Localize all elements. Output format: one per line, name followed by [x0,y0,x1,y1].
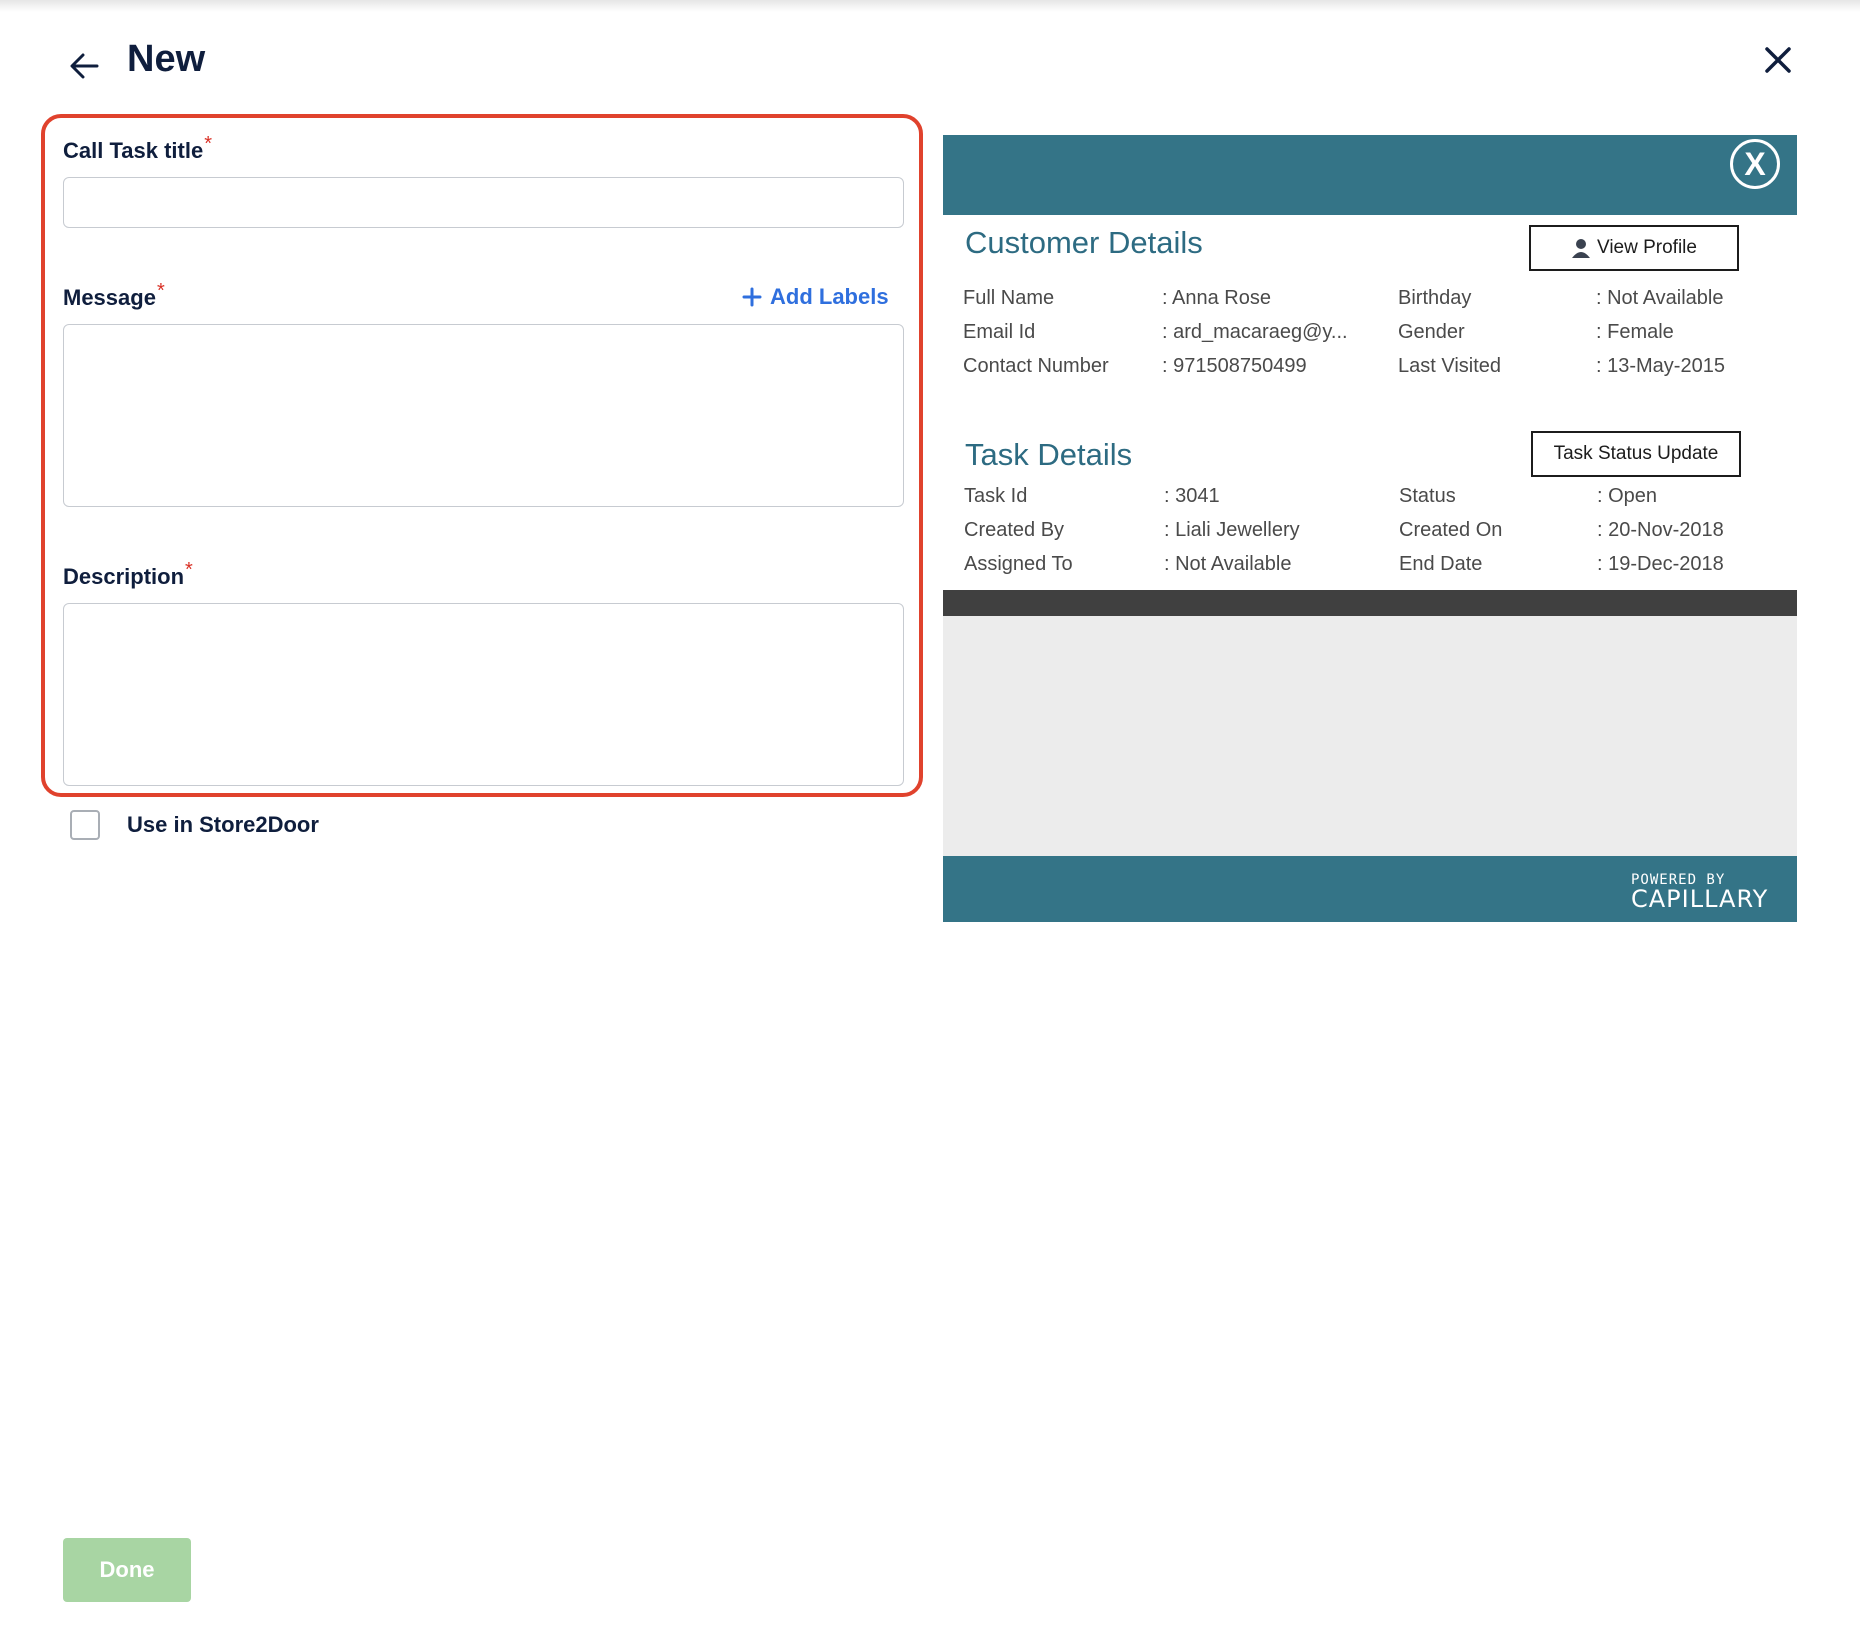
call-task-title-label: Call Task title* [63,133,212,164]
description-label-text: Description [63,564,185,589]
customer-value: : 13-May-2015 [1596,355,1725,377]
task-value: : Liali Jewellery [1164,519,1300,541]
required-mark: * [204,133,212,155]
customer-key: Gender [1398,321,1465,343]
task-key: Assigned To [964,553,1073,575]
task-status-update-button[interactable]: Task Status Update [1531,431,1741,477]
task-value: : 20-Nov-2018 [1597,519,1724,541]
description-label: Description* [63,559,193,590]
required-mark: * [185,559,193,581]
plus-icon [742,287,762,307]
view-profile-button[interactable]: View Profile [1529,225,1739,271]
required-mark: * [156,280,165,302]
customer-key: Birthday [1398,287,1472,309]
message-textarea[interactable] [63,324,904,507]
message-label: Message* [63,280,165,311]
call-task-title-input[interactable] [63,177,904,228]
preview-divider-bar [943,590,1797,616]
customer-value: : Anna Rose [1162,287,1271,309]
task-preview-panel: X Customer Details View Profile Full Nam… [943,135,1797,922]
call-task-title-label-text: Call Task title [63,138,204,163]
close-circle-icon: X [1744,145,1766,182]
task-key: Created By [964,519,1065,541]
task-details-title: Task Details [965,437,1133,472]
customer-value: : ard_macaraeg@y... [1162,321,1348,343]
capillary-logo: CAPILLARY [1631,885,1769,913]
task-value: : 19-Dec-2018 [1597,553,1724,575]
customer-key: Last Visited [1398,355,1502,377]
preview-header-bar [943,135,1797,215]
customer-key: Contact Number [963,355,1109,377]
task-key: End Date [1399,553,1483,575]
user-icon [1572,239,1590,258]
top-shadow [0,0,1860,12]
customer-key: Full Name [963,287,1055,309]
back-button[interactable] [62,46,106,86]
customer-value: : Female [1596,321,1674,343]
store2door-checkbox[interactable] [70,810,100,840]
task-key: Created On [1399,519,1503,541]
add-labels-link[interactable]: Add Labels [742,284,889,310]
description-textarea[interactable] [63,603,904,786]
store2door-label: Use in Store2Door [127,812,319,837]
message-label-text: Message [63,285,156,310]
view-profile-label: View Profile [1597,237,1697,258]
task-key: Task Id [964,485,1028,507]
add-labels-text: Add Labels [770,284,889,309]
task-value: : Open [1597,485,1658,507]
preview-close-button[interactable]: X [1730,139,1780,189]
preview-empty-area [943,616,1797,856]
close-button[interactable] [1758,40,1798,80]
task-value: : 3041 [1164,485,1220,507]
page-title: New [127,38,206,80]
close-icon [1765,47,1791,73]
customer-value: : Not Available [1596,287,1724,309]
done-button[interactable]: Done [63,1538,191,1602]
task-key: Status [1399,485,1456,507]
customer-key: Email Id [963,321,1036,343]
task-value: : Not Available [1164,553,1292,575]
customer-details-title: Customer Details [965,225,1203,260]
customer-value: : 971508750499 [1162,355,1307,377]
arrow-left-icon [70,53,99,79]
